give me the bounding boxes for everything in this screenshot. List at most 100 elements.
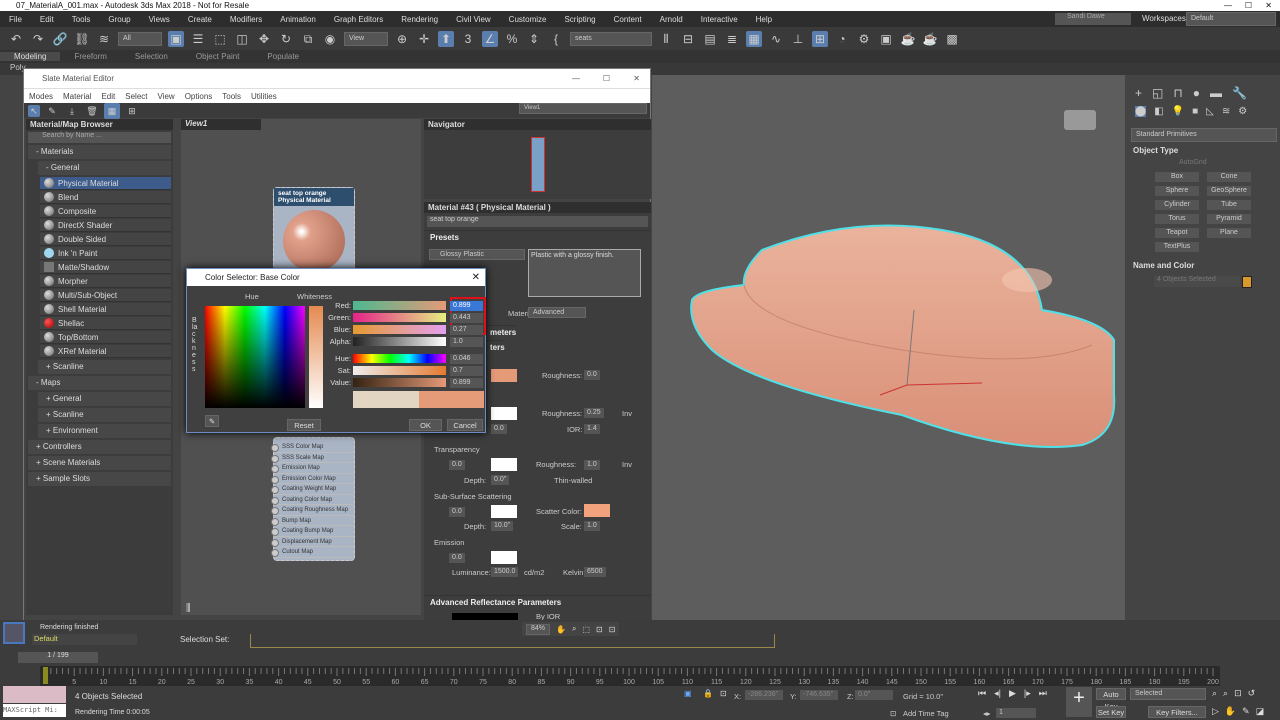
scene-explorer-icon[interactable]: ▤: [702, 31, 718, 47]
current-frame-field[interactable]: 1: [996, 708, 1036, 718]
alpha-spinner[interactable]: 1.0: [450, 337, 483, 347]
menu-content[interactable]: Content: [605, 15, 651, 24]
sme-menu-view[interactable]: View: [153, 92, 180, 101]
scatter-color-swatch[interactable]: [584, 504, 610, 517]
helpers-icon[interactable]: ◺: [1206, 106, 1214, 117]
z-coordinate[interactable]: 0.0": [855, 690, 893, 700]
ribbon-tab-populate[interactable]: Populate: [253, 52, 313, 61]
arnold-icon[interactable]: ▩: [944, 31, 960, 47]
show-map-icon[interactable]: ▦: [104, 102, 120, 119]
ribbon-tab-object-paint[interactable]: Object Paint: [182, 52, 254, 61]
play-icon[interactable]: ▶: [1009, 688, 1016, 699]
menu-rendering[interactable]: Rendering: [392, 15, 447, 24]
blue-slider[interactable]: [353, 325, 446, 334]
pick-material-icon[interactable]: ✎: [44, 103, 60, 119]
geometry-icon[interactable]: ⬤: [1135, 106, 1147, 117]
node-slot[interactable]: Coating Bump Map: [271, 526, 354, 537]
spacewarps-icon[interactable]: ≋: [1222, 106, 1230, 117]
fov-icon[interactable]: ▷: [1212, 706, 1219, 717]
time-config-icon[interactable]: ◂▸: [983, 709, 991, 718]
menu-arnold[interactable]: Arnold: [651, 15, 692, 24]
menu-edit[interactable]: Edit: [31, 15, 63, 24]
browser-group[interactable]: + Scene Materials: [28, 456, 171, 470]
sat-slider[interactable]: [353, 366, 446, 375]
reset-button[interactable]: Reset: [287, 419, 321, 431]
group-materials[interactable]: - Materials: [28, 145, 171, 159]
blue-spinner[interactable]: 0.27: [450, 325, 483, 335]
presets-rollout[interactable]: Presets: [424, 230, 651, 244]
sss-depth-spinner[interactable]: 10.0": [491, 521, 514, 531]
systems-icon[interactable]: ⚙: [1238, 106, 1247, 117]
browser-item[interactable]: Blend: [40, 191, 171, 204]
ribbon-toggle-icon[interactable]: ▦: [746, 30, 762, 47]
reflection-color-swatch[interactable]: [491, 407, 517, 420]
advanced-reflectance-rollout[interactable]: Advanced Reflectance Parameters: [424, 595, 651, 609]
go-to-end-icon[interactable]: ⏭: [1039, 688, 1047, 699]
browser-item[interactable]: Ink 'n Paint: [40, 247, 171, 260]
node-slot[interactable]: Cutout Map: [271, 547, 354, 558]
assign-material-icon[interactable]: ⤓: [64, 103, 80, 119]
time-slider-thumb[interactable]: [43, 667, 48, 684]
browser-item[interactable]: Matte/Shadow: [40, 261, 171, 274]
primitive-button-geosphere[interactable]: GeoSphere: [1207, 186, 1251, 196]
select-tool-icon[interactable]: ↖: [28, 104, 40, 117]
sme-menu-utilities[interactable]: Utilities: [246, 92, 282, 101]
select-by-name-icon[interactable]: ☰: [190, 31, 206, 47]
material-editor-icon[interactable]: ◔: [834, 31, 850, 47]
sme-minimize-button[interactable]: —: [572, 69, 580, 88]
transparency-weight-spinner[interactable]: 0.0: [449, 460, 465, 470]
menu-civil-view[interactable]: Civil View: [447, 15, 500, 24]
browser-group[interactable]: + Sample Slots: [28, 472, 171, 486]
scale-icon[interactable]: ⧉: [300, 31, 316, 47]
minimize-button[interactable]: —: [1224, 0, 1232, 11]
sss-color-swatch[interactable]: [491, 505, 517, 518]
mirror-icon[interactable]: ⫴: [658, 31, 674, 47]
selection-filter-dropdown[interactable]: All: [118, 31, 162, 46]
base-roughness-spinner[interactable]: 0.0: [584, 370, 600, 380]
close-button[interactable]: ✕: [1265, 0, 1272, 11]
browser-group[interactable]: + Environment: [38, 424, 171, 438]
object-type-rollout[interactable]: Object Type: [1133, 146, 1178, 155]
cameras-icon[interactable]: ■: [1192, 106, 1198, 117]
y-coordinate[interactable]: -746.635": [800, 690, 838, 700]
link-icon[interactable]: 🔗: [52, 31, 68, 47]
node-slot[interactable]: Coating Roughness Map: [271, 505, 354, 516]
primitive-button-plane[interactable]: Plane: [1207, 228, 1251, 238]
ok-button[interactable]: OK: [409, 419, 442, 431]
browser-item[interactable]: DirectX Shader: [40, 219, 171, 232]
render-frame-icon[interactable]: ▣: [878, 31, 894, 47]
layer-dropdown[interactable]: Default: [32, 634, 137, 645]
select-object-icon[interactable]: ▣: [168, 30, 184, 47]
curve-editor-icon[interactable]: ∿: [768, 31, 784, 47]
sme-menu-modes[interactable]: Modes: [24, 92, 58, 101]
name-color-rollout[interactable]: Name and Color: [1133, 261, 1194, 270]
menu-graph-editors[interactable]: Graph Editors: [325, 15, 392, 24]
menu-create[interactable]: Create: [179, 15, 221, 24]
time-tag-icon[interactable]: ⊡: [890, 709, 896, 718]
transparency-depth-spinner[interactable]: 0.0": [491, 475, 510, 485]
previous-frame-icon[interactable]: ◂|: [994, 688, 1001, 699]
rotate-icon[interactable]: ↻: [278, 31, 294, 47]
eyedropper-button[interactable]: ✎: [205, 415, 219, 427]
primitive-button-torus[interactable]: Torus: [1155, 214, 1199, 224]
hue-spinner[interactable]: 0.046: [450, 354, 483, 364]
delete-icon[interactable]: 🗑: [84, 103, 100, 119]
browser-item[interactable]: Morpher: [40, 275, 171, 288]
sme-menu-select[interactable]: Select: [120, 92, 152, 101]
base-color-swatch[interactable]: [491, 369, 517, 382]
object-category-dropdown[interactable]: Standard Primitives: [1131, 128, 1277, 142]
reflection-weight-spinner[interactable]: 0.0: [491, 424, 507, 434]
undo-icon[interactable]: ↶: [8, 31, 24, 47]
menu-file[interactable]: File: [0, 15, 31, 24]
menu-interactive[interactable]: Interactive: [692, 15, 747, 24]
percent-snap-icon[interactable]: %: [504, 31, 520, 47]
isolate-icon[interactable]: ▣: [684, 689, 692, 698]
browser-group[interactable]: + Scanline: [38, 408, 171, 422]
reference-coordinate-dropdown[interactable]: View: [344, 31, 388, 46]
material-node[interactable]: seat top orange Physical Material: [273, 187, 355, 277]
zoom-extents-icon[interactable]: ⊡: [596, 625, 603, 634]
set-key-button[interactable]: Set Key: [1096, 706, 1126, 718]
named-selection-dropdown[interactable]: seats: [570, 31, 652, 46]
browser-group[interactable]: - Maps: [28, 376, 171, 390]
emission-color-swatch[interactable]: [491, 551, 517, 564]
